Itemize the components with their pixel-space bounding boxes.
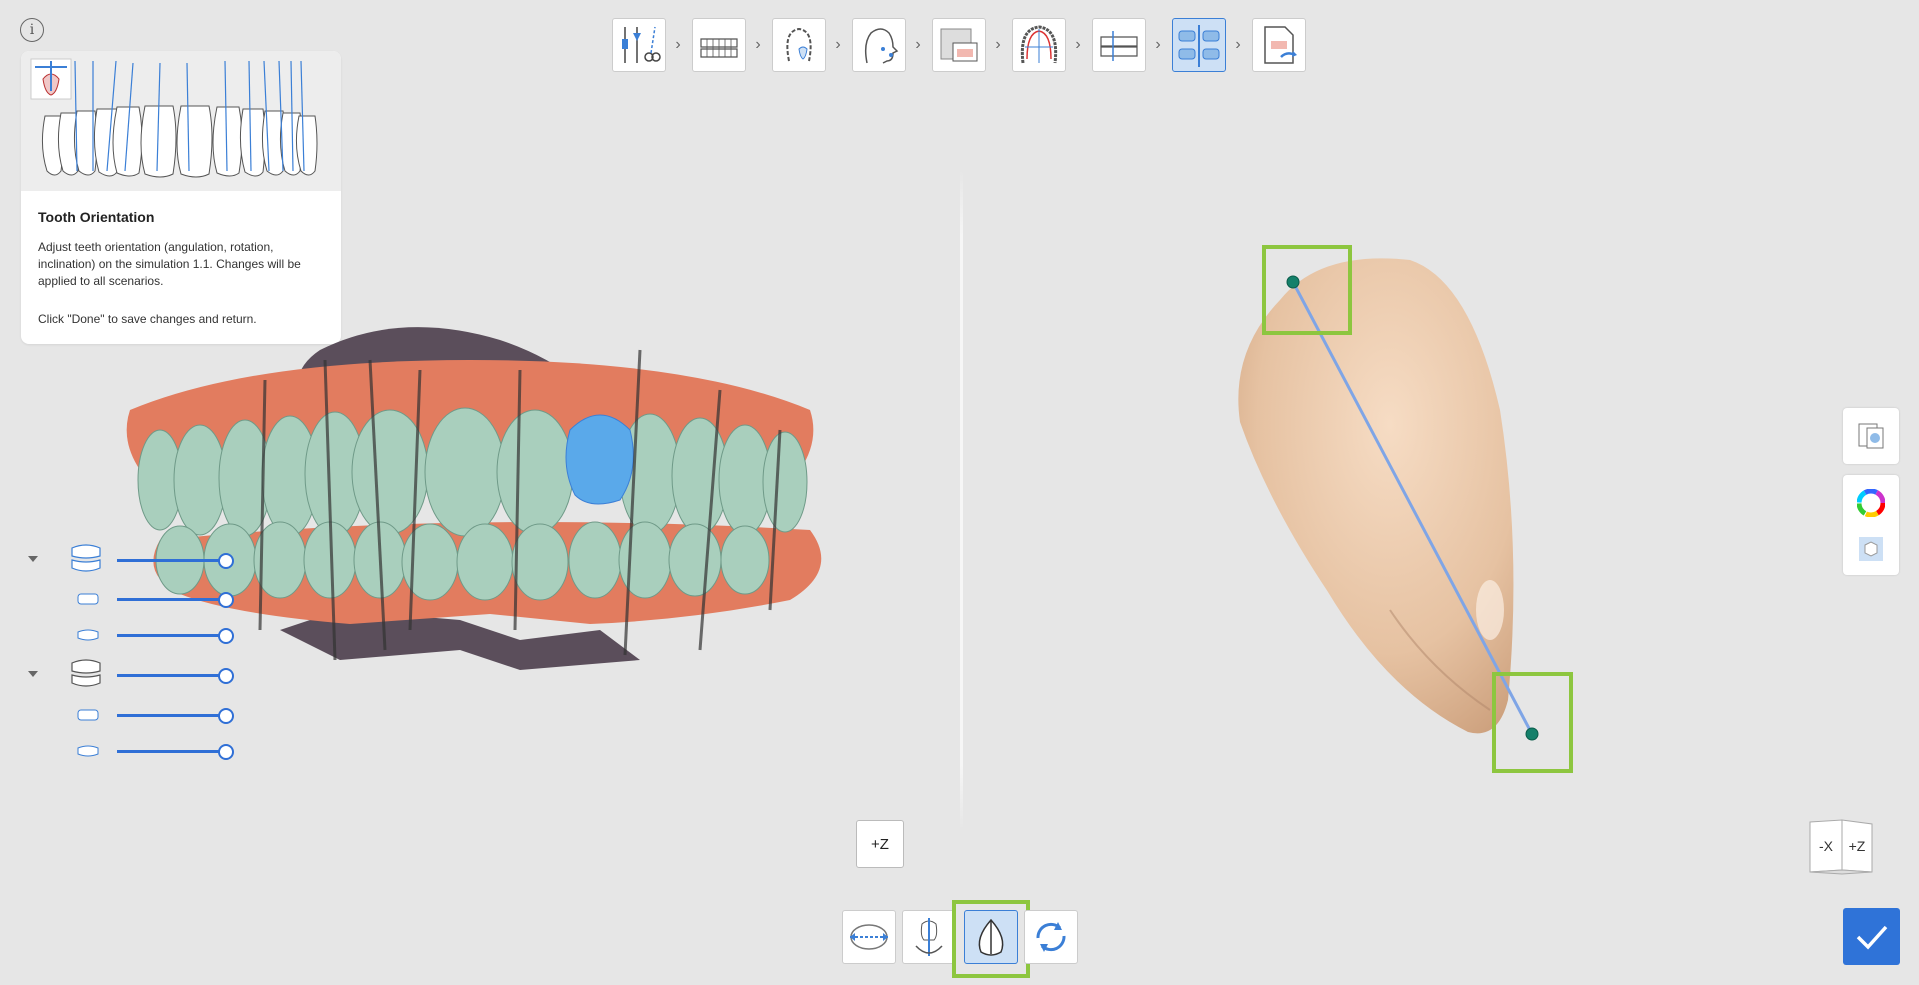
anchor-rotate-button[interactable] — [902, 910, 956, 964]
export-icon — [1264, 26, 1297, 64]
step-tooth-orientation[interactable] — [1172, 18, 1226, 72]
step-arch-tooth[interactable] — [772, 18, 826, 72]
tooth-axis-highlight — [952, 900, 1030, 978]
arch-tooth-icon — [786, 27, 812, 62]
step-arch-setup[interactable] — [1012, 18, 1066, 72]
lower-gums-icon — [77, 745, 99, 757]
checkmark-icon — [1856, 925, 1888, 950]
xray-overlay-icon — [940, 28, 978, 62]
panel-title: Tooth Orientation — [38, 209, 155, 225]
step-tools[interactable] — [612, 18, 666, 72]
cube-view-icon[interactable] — [1857, 535, 1885, 563]
slider-knob[interactable] — [218, 708, 234, 724]
compare-view-button[interactable] — [1843, 408, 1899, 464]
occlusion-icon — [1100, 31, 1138, 61]
tooth-orientation-icon — [1178, 25, 1220, 67]
jaw-scan-icon — [700, 38, 738, 58]
face-profile-icon — [864, 28, 899, 64]
collapse-toggle-upper[interactable] — [28, 556, 38, 562]
upper-jaw-icon — [71, 544, 101, 572]
info-button[interactable]: i — [20, 18, 44, 42]
anchor-rotate-icon — [915, 918, 943, 956]
color-wheel-icon[interactable] — [1857, 489, 1885, 517]
help-panel: Tooth Orientation Adjust teeth orientati… — [21, 51, 341, 344]
slider-knob[interactable] — [218, 744, 234, 760]
axis-point-top-highlight[interactable] — [1262, 245, 1352, 335]
slider-track[interactable] — [117, 674, 225, 677]
orientation-view-cube[interactable]: -X +Z — [1806, 818, 1878, 876]
step-face-profile[interactable] — [852, 18, 906, 72]
slider-track[interactable] — [117, 598, 225, 601]
move-axis-icon — [850, 924, 888, 950]
upper-gums-icon — [77, 629, 99, 641]
slider-knob[interactable] — [218, 628, 234, 644]
step-jaw-scan[interactable] — [692, 18, 746, 72]
step-export[interactable] — [1252, 18, 1306, 72]
lower-teeth-icon — [77, 709, 99, 721]
dental-model-view[interactable] — [120, 310, 840, 680]
view-cube-left-face: -X — [1819, 838, 1834, 854]
done-button[interactable] — [1843, 908, 1900, 965]
panel-description: Adjust teeth orientation (angulation, ro… — [38, 240, 301, 288]
collapse-toggle-lower[interactable] — [28, 671, 38, 677]
reset-rotate-button[interactable] — [1024, 910, 1078, 964]
slider-knob[interactable] — [218, 553, 234, 569]
slider-track[interactable] — [117, 559, 225, 562]
viewport-divider[interactable] — [960, 170, 963, 830]
step-xray[interactable] — [932, 18, 986, 72]
upper-teeth-icon — [77, 593, 99, 605]
slider-knob[interactable] — [218, 668, 234, 684]
slider-track[interactable] — [117, 750, 225, 753]
tools-icon — [622, 26, 661, 63]
tooth-axes-illustration — [21, 51, 341, 191]
display-options-group — [1843, 475, 1899, 575]
slider-track[interactable] — [117, 634, 225, 637]
compare-view-icon — [1858, 423, 1884, 449]
lower-jaw-icon — [71, 659, 101, 687]
slider-knob[interactable] — [218, 592, 234, 608]
step-occlusion[interactable] — [1092, 18, 1146, 72]
view-z-button[interactable]: +Z — [856, 820, 904, 868]
move-axis-button[interactable] — [842, 910, 896, 964]
view-cube-right-face: +Z — [1849, 838, 1866, 854]
reset-rotate-icon — [1036, 922, 1066, 952]
slider-track[interactable] — [117, 714, 225, 717]
axis-point-bottom-highlight[interactable] — [1492, 672, 1573, 773]
arch-setup-icon — [1020, 25, 1058, 64]
